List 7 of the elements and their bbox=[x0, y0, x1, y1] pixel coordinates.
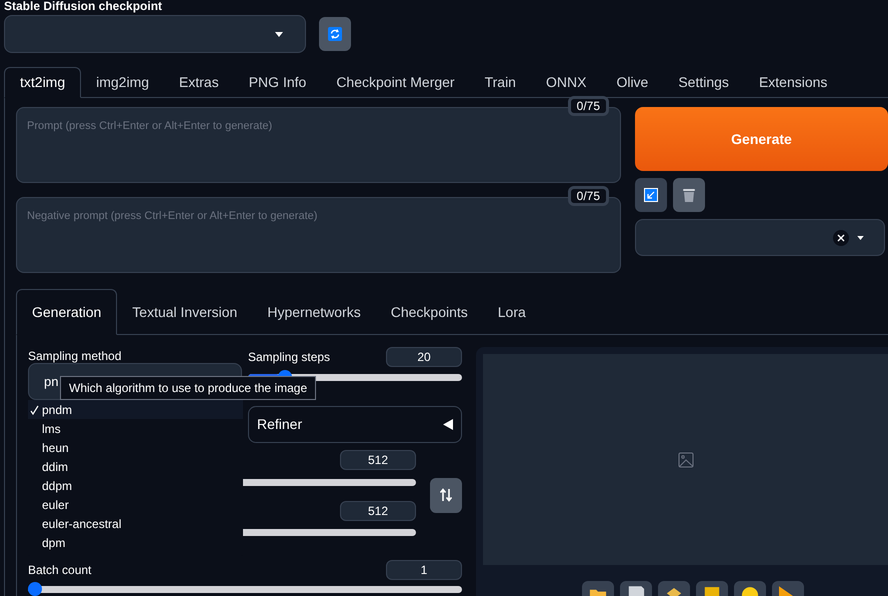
token-counter: 0/75 bbox=[568, 96, 609, 116]
field-label: Batch count bbox=[28, 562, 92, 579]
field-label: Stable Diffusion checkpoint bbox=[4, 0, 162, 14]
token-counter: 0/75 bbox=[568, 186, 609, 206]
field-label: Sampling method bbox=[28, 348, 122, 363]
field-label: Sampling steps bbox=[248, 349, 330, 366]
tooltip: Which algorithm to use to produce the image bbox=[60, 376, 316, 400]
